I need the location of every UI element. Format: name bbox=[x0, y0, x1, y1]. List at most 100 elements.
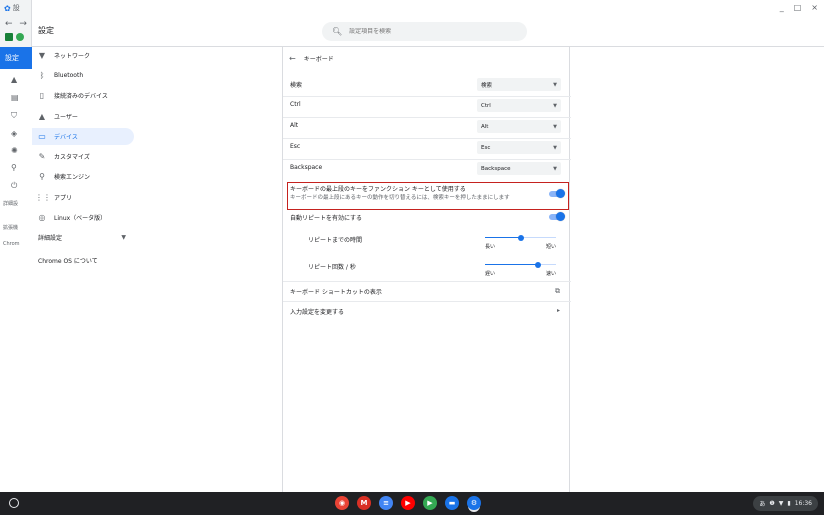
security-icon[interactable]: ◈ bbox=[11, 129, 17, 138]
sidebar-item-users[interactable]: ▲ ユーザー bbox=[32, 108, 134, 125]
remap-select-esc[interactable]: Esc ▼ bbox=[477, 141, 561, 154]
status-tray[interactable]: あ ❶ ▼ ▮ 16:36 bbox=[753, 496, 818, 511]
remap-label: Backspace bbox=[290, 164, 323, 171]
chevron-down-icon: ▼ bbox=[121, 234, 126, 241]
background-settings-rail: 設定 ▲ ▤ ⛉ ◈ ✺ ⚲ ⏻ 詳細設 拡張機 Chrom bbox=[0, 47, 32, 492]
youtube-app-icon[interactable]: ▶ bbox=[401, 496, 415, 510]
remap-label: 検索 bbox=[290, 81, 303, 89]
slider-thumb[interactable] bbox=[517, 234, 524, 241]
select-value: Ctrl bbox=[481, 102, 491, 109]
sidebar-item-label: カスタマイズ bbox=[54, 154, 90, 161]
gmail-app-icon[interactable]: M bbox=[357, 496, 371, 510]
launcher-button[interactable] bbox=[9, 498, 19, 508]
sidebar-item-label: 検索エンジン bbox=[54, 174, 91, 181]
toggle-knob bbox=[556, 212, 565, 221]
bluetooth-icon: ᛒ bbox=[39, 71, 45, 80]
linux-icon: ◎ bbox=[38, 213, 46, 222]
auto-repeat-toggle[interactable] bbox=[549, 212, 565, 221]
sidebar-item-label: アプリ bbox=[54, 195, 73, 202]
auto-repeat-label: 自動リピートを有効にする bbox=[290, 214, 363, 222]
shelf-apps: ◉ M ≡ ▶ ▶ ▬ ⚙ bbox=[335, 496, 481, 510]
rail-text-chrome[interactable]: Chrom bbox=[3, 241, 20, 247]
sidebar-item-about[interactable]: Chrome OS について bbox=[32, 252, 134, 269]
gear-icon: ✿ bbox=[4, 3, 11, 13]
auto-repeat-row: 自動リピートを有効にする bbox=[283, 210, 571, 224]
play-store-app-icon[interactable]: ▶ bbox=[423, 496, 437, 510]
slider-thumb[interactable] bbox=[535, 261, 542, 268]
sidebar-item-connected-devices[interactable]: ▯ 接続済みのデバイス bbox=[32, 87, 134, 104]
background-app-icons bbox=[5, 33, 24, 41]
rail-active-item[interactable]: 設定 bbox=[0, 47, 32, 69]
dropdown-arrow-icon: ▼ bbox=[553, 165, 557, 172]
rail-text-advanced[interactable]: 詳細設 bbox=[3, 200, 18, 207]
sidebar-item-device[interactable]: ▭ デバイス bbox=[32, 128, 134, 145]
sidebar-item-network[interactable]: ▼ ネットワーク bbox=[32, 47, 134, 64]
app-title: 設定 bbox=[38, 26, 54, 35]
docs-app-icon[interactable]: ≡ bbox=[379, 496, 393, 510]
sheets-icon bbox=[5, 33, 13, 41]
settings-window: _ □ × 設定 🔍︎ ▼ ネットワーク ᛒ Bluetooth ▯ 接続済みの… bbox=[32, 0, 824, 492]
repeat-delay-label: リピートまでの時間 bbox=[308, 237, 363, 244]
back-arrow-icon[interactable]: ← bbox=[289, 54, 296, 63]
settings-header: 設定 🔍︎ bbox=[32, 15, 824, 47]
brush-icon: ✎ bbox=[38, 152, 46, 161]
chrome-app-icon[interactable]: ◉ bbox=[335, 496, 349, 510]
open-in-new-icon: ⧉ bbox=[555, 287, 560, 295]
maximize-button[interactable]: □ bbox=[794, 3, 802, 12]
apps-icon: ⋮⋮ bbox=[35, 193, 51, 202]
rail-text-extensions[interactable]: 拡張機 bbox=[3, 224, 18, 231]
wifi-icon: ▼ bbox=[778, 500, 784, 507]
ime-indicator: あ bbox=[759, 501, 766, 508]
remap-select-search[interactable]: 検索 ▼ bbox=[477, 78, 561, 91]
background-tab-label: 設 bbox=[12, 4, 20, 12]
window-controls: _ □ × bbox=[780, 3, 818, 12]
remap-select-alt[interactable]: Alt ▼ bbox=[477, 120, 561, 133]
messages-app-icon[interactable]: ▬ bbox=[445, 496, 459, 510]
repeat-delay-row: リピートまでの時間 長い 短い bbox=[283, 230, 571, 250]
sidebar-item-advanced[interactable]: 詳細設定 ▼ bbox=[32, 229, 134, 246]
palette-icon[interactable]: ✺ bbox=[11, 146, 18, 155]
sidebar-item-label: デバイス bbox=[54, 134, 78, 141]
shield-icon[interactable]: ⛉ bbox=[11, 111, 17, 121]
sidebar-item-personalization[interactable]: ✎ カスタマイズ bbox=[32, 148, 134, 165]
shortcuts-row[interactable]: キーボード ショートカットの表示 ⧉ bbox=[283, 281, 571, 301]
wifi-icon: ▼ bbox=[38, 51, 46, 60]
sidebar-item-apps[interactable]: ⋮⋮ アプリ bbox=[32, 189, 134, 206]
remap-select-ctrl[interactable]: Ctrl ▼ bbox=[477, 99, 561, 112]
shortcuts-label: キーボード ショートカットの表示 bbox=[290, 289, 382, 296]
shelf: ◉ M ≡ ▶ ▶ ▬ ⚙ あ ❶ ▼ ▮ 16:36 bbox=[0, 492, 824, 515]
select-value: Backspace bbox=[481, 165, 511, 172]
power-icon[interactable]: ⏻ bbox=[11, 181, 17, 191]
input-settings-row[interactable]: 入力設定を変更する ▸ bbox=[283, 301, 571, 321]
sidebar-item-linux[interactable]: ◎ Linux（ベータ版） bbox=[32, 209, 134, 226]
close-button[interactable]: × bbox=[811, 3, 818, 12]
repeat-delay-min-label: 長い bbox=[485, 244, 496, 250]
background-tab[interactable]: ✿ 設 bbox=[4, 3, 20, 13]
highlight-box bbox=[287, 182, 569, 210]
repeat-delay-slider[interactable] bbox=[485, 234, 556, 241]
remap-row-esc: Esc Esc ▼ bbox=[283, 138, 571, 154]
repeat-rate-row: リピート回数 / 秒 遅い 速い bbox=[283, 257, 571, 277]
repeat-rate-slider[interactable] bbox=[485, 261, 556, 268]
dropdown-arrow-icon: ▼ bbox=[553, 102, 557, 109]
app-icon bbox=[16, 33, 24, 41]
sidebar-item-label: 詳細設定 bbox=[38, 235, 63, 242]
sidebar-item-search-engine[interactable]: ⚲ 検索エンジン bbox=[32, 168, 134, 185]
phone-icon: ▯ bbox=[39, 91, 45, 100]
remap-row-backspace: Backspace Backspace ▼ bbox=[283, 159, 571, 175]
search-box[interactable]: 🔍︎ bbox=[322, 22, 527, 41]
settings-app-icon[interactable]: ⚙ bbox=[467, 496, 481, 510]
remap-select-backspace[interactable]: Backspace ▼ bbox=[477, 162, 561, 175]
select-value: 検索 bbox=[481, 82, 493, 89]
minimize-button[interactable]: _ bbox=[780, 3, 784, 12]
person-icon[interactable]: ▲ bbox=[11, 75, 17, 84]
clipboard-icon[interactable]: ▤ bbox=[11, 93, 19, 102]
background-nav-arrows[interactable]: ← → bbox=[5, 19, 29, 29]
search-icon[interactable]: ⚲ bbox=[11, 163, 17, 172]
search-input[interactable] bbox=[349, 28, 510, 35]
sidebar-item-bluetooth[interactable]: ᛒ Bluetooth bbox=[32, 67, 134, 84]
select-value: Esc bbox=[481, 144, 491, 151]
notification-icon: ❶ bbox=[769, 500, 775, 507]
sidebar-item-label: Linux（ベータ版） bbox=[54, 215, 107, 222]
search-icon: 🔍︎ bbox=[332, 27, 343, 36]
